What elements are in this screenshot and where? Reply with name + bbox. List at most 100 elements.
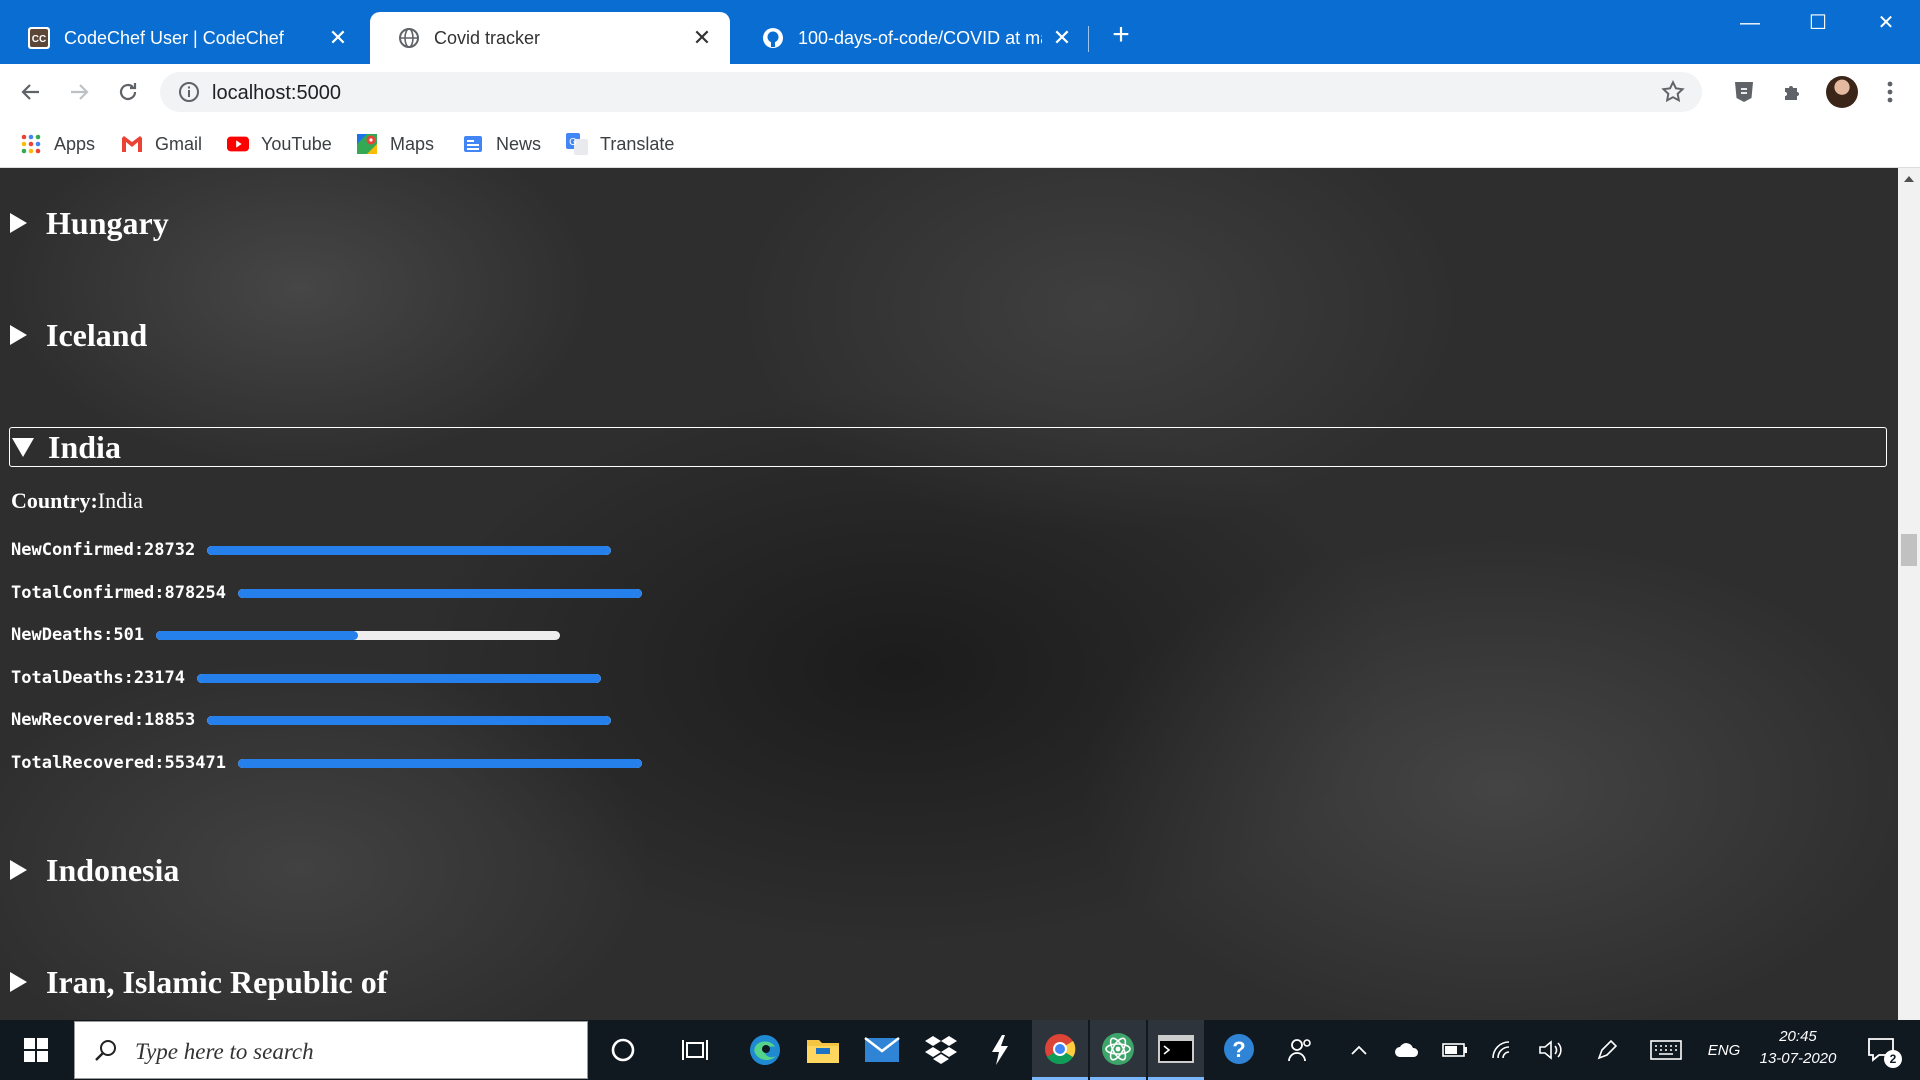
disclosure-triangle-open-icon xyxy=(12,437,34,457)
wifi-icon[interactable] xyxy=(1486,1020,1520,1080)
people-icon[interactable] xyxy=(1277,1020,1323,1080)
search-icon xyxy=(93,1038,119,1064)
stat-new-deaths: NewDeaths:501 xyxy=(11,623,561,647)
bookmark-gmail[interactable]: Gmail xyxy=(121,128,202,160)
tab-covid-tracker[interactable]: Covid tracker ✕ xyxy=(370,12,730,64)
volume-icon[interactable] xyxy=(1534,1020,1568,1080)
disclosure-triangle-icon xyxy=(10,325,27,345)
language-indicator[interactable]: ENG xyxy=(1702,1020,1746,1080)
minimize-icon[interactable]: — xyxy=(1720,6,1780,40)
address-bar[interactable]: localhost:5000 xyxy=(160,72,1702,112)
task-view-icon[interactable] xyxy=(672,1020,718,1080)
tab-title: CodeChef User | CodeChef xyxy=(64,27,284,48)
stat-new-recovered: NewRecovered:18853 xyxy=(11,708,612,732)
help-icon[interactable]: ? xyxy=(1217,1020,1263,1080)
github-icon xyxy=(762,27,784,49)
translate-icon: G xyxy=(566,133,588,155)
profile-avatar[interactable] xyxy=(1826,76,1858,108)
bookmark-youtube[interactable]: YouTube xyxy=(227,128,332,160)
close-window-icon[interactable]: ✕ xyxy=(1856,6,1916,40)
bookmark-translate[interactable]: G Translate xyxy=(566,128,674,160)
bookmark-apps[interactable]: Apps xyxy=(20,128,95,160)
page-scrollbar[interactable] xyxy=(1898,168,1920,1020)
terminal-icon[interactable] xyxy=(1148,1020,1204,1080)
svg-text:G: G xyxy=(569,137,577,148)
stat-label: NewConfirmed:28732 xyxy=(11,540,196,560)
menu-icon[interactable] xyxy=(1876,78,1904,106)
country-summary-india[interactable]: India xyxy=(9,427,1887,467)
forward-button[interactable] xyxy=(61,74,97,110)
close-icon[interactable]: ✕ xyxy=(326,27,350,49)
back-button[interactable] xyxy=(13,74,49,110)
maps-icon xyxy=(356,133,378,155)
chevron-up-icon[interactable] xyxy=(1342,1020,1376,1080)
stat-total-deaths: TotalDeaths:23174 xyxy=(11,666,601,690)
notification-icon[interactable]: 2 xyxy=(1858,1020,1904,1080)
tab-strip: CC CodeChef User | CodeChef ✕ Covid trac… xyxy=(0,0,1920,64)
country-name: India xyxy=(48,428,121,465)
battery-icon[interactable] xyxy=(1438,1020,1472,1080)
country-value: India xyxy=(97,488,143,513)
bookmark-label: Translate xyxy=(600,133,675,154)
cortana-icon[interactable] xyxy=(600,1020,646,1080)
app-bolt-icon[interactable] xyxy=(977,1020,1023,1080)
reload-button[interactable] xyxy=(110,74,146,110)
tab-github[interactable]: 100-days-of-code/COVID at mas ✕ xyxy=(734,12,1090,64)
close-icon[interactable]: ✕ xyxy=(690,27,714,49)
stat-total-recovered: TotalRecovered:553471 xyxy=(11,751,642,775)
stat-new-confirmed: NewConfirmed:28732 xyxy=(11,538,612,562)
windows-taskbar: Type here to search ? ENG 20:45 13-07-20… xyxy=(0,1020,1920,1080)
maximize-icon[interactable]: ☐ xyxy=(1788,6,1848,40)
taskbar-search-box[interactable]: Type here to search xyxy=(74,1021,588,1079)
keyboard-icon[interactable] xyxy=(1646,1020,1686,1080)
onedrive-icon[interactable] xyxy=(1390,1020,1424,1080)
atom-editor-icon[interactable] xyxy=(1090,1020,1146,1080)
country-summary-iran[interactable]: Iran, Islamic Republic of xyxy=(10,962,387,1002)
close-icon[interactable]: ✕ xyxy=(1050,27,1074,49)
page-content: Hungary Iceland India Country:India NewC… xyxy=(0,168,1898,1020)
notification-count: 2 xyxy=(1884,1050,1902,1068)
file-explorer-icon[interactable] xyxy=(800,1020,846,1080)
stat-label: NewRecovered:18853 xyxy=(11,710,196,730)
stat-label: TotalRecovered:553471 xyxy=(11,753,226,773)
news-icon xyxy=(462,133,484,155)
pen-icon[interactable] xyxy=(1590,1020,1624,1080)
star-icon[interactable] xyxy=(1660,79,1686,105)
country-name: Iceland xyxy=(46,316,148,353)
country-summary-hungary[interactable]: Hungary xyxy=(10,203,169,243)
edge-icon[interactable] xyxy=(742,1020,788,1080)
bookmark-maps[interactable]: Maps xyxy=(356,128,434,160)
country-summary-iceland[interactable]: Iceland xyxy=(10,315,147,355)
url-text[interactable]: localhost:5000 xyxy=(212,82,341,105)
stat-progress-bar xyxy=(207,715,612,725)
svg-text:?: ? xyxy=(1232,1037,1245,1062)
bookmark-news[interactable]: News xyxy=(462,128,541,160)
stat-progress-bar xyxy=(156,630,561,640)
puzzle-icon[interactable] xyxy=(1779,78,1807,106)
bookmark-label: News xyxy=(496,133,542,154)
browser-toolbar: localhost:5000 xyxy=(0,64,1920,120)
clock-date: 13-07-2020 xyxy=(1759,1050,1837,1067)
country-label: Country: xyxy=(11,488,98,513)
stat-label: TotalDeaths:23174 xyxy=(11,668,185,688)
country-summary-indonesia[interactable]: Indonesia xyxy=(10,850,179,890)
system-clock[interactable]: 20:45 13-07-2020 xyxy=(1750,1026,1846,1070)
apps-grid-icon xyxy=(20,133,42,155)
info-icon[interactable] xyxy=(178,81,200,103)
windows-start-icon[interactable] xyxy=(0,1020,72,1080)
disclosure-triangle-icon xyxy=(10,972,27,992)
scroll-up-icon[interactable] xyxy=(1904,176,1914,182)
stat-progress-fill xyxy=(156,630,359,640)
stat-progress-bar xyxy=(197,673,601,683)
shield-extension-icon[interactable] xyxy=(1730,78,1758,106)
chrome-icon[interactable] xyxy=(1032,1020,1088,1080)
stat-progress-bar xyxy=(237,588,642,598)
disclosure-triangle-icon xyxy=(10,860,27,880)
tab-separator xyxy=(1088,26,1089,52)
scrollbar-thumb[interactable] xyxy=(1901,534,1917,566)
stat-progress-fill xyxy=(237,588,642,598)
new-tab-button[interactable]: + xyxy=(1105,20,1137,52)
tab-codechef[interactable]: CC CodeChef User | CodeChef ✕ xyxy=(0,12,366,64)
mail-icon[interactable] xyxy=(859,1020,905,1080)
dropbox-icon[interactable] xyxy=(918,1020,964,1080)
